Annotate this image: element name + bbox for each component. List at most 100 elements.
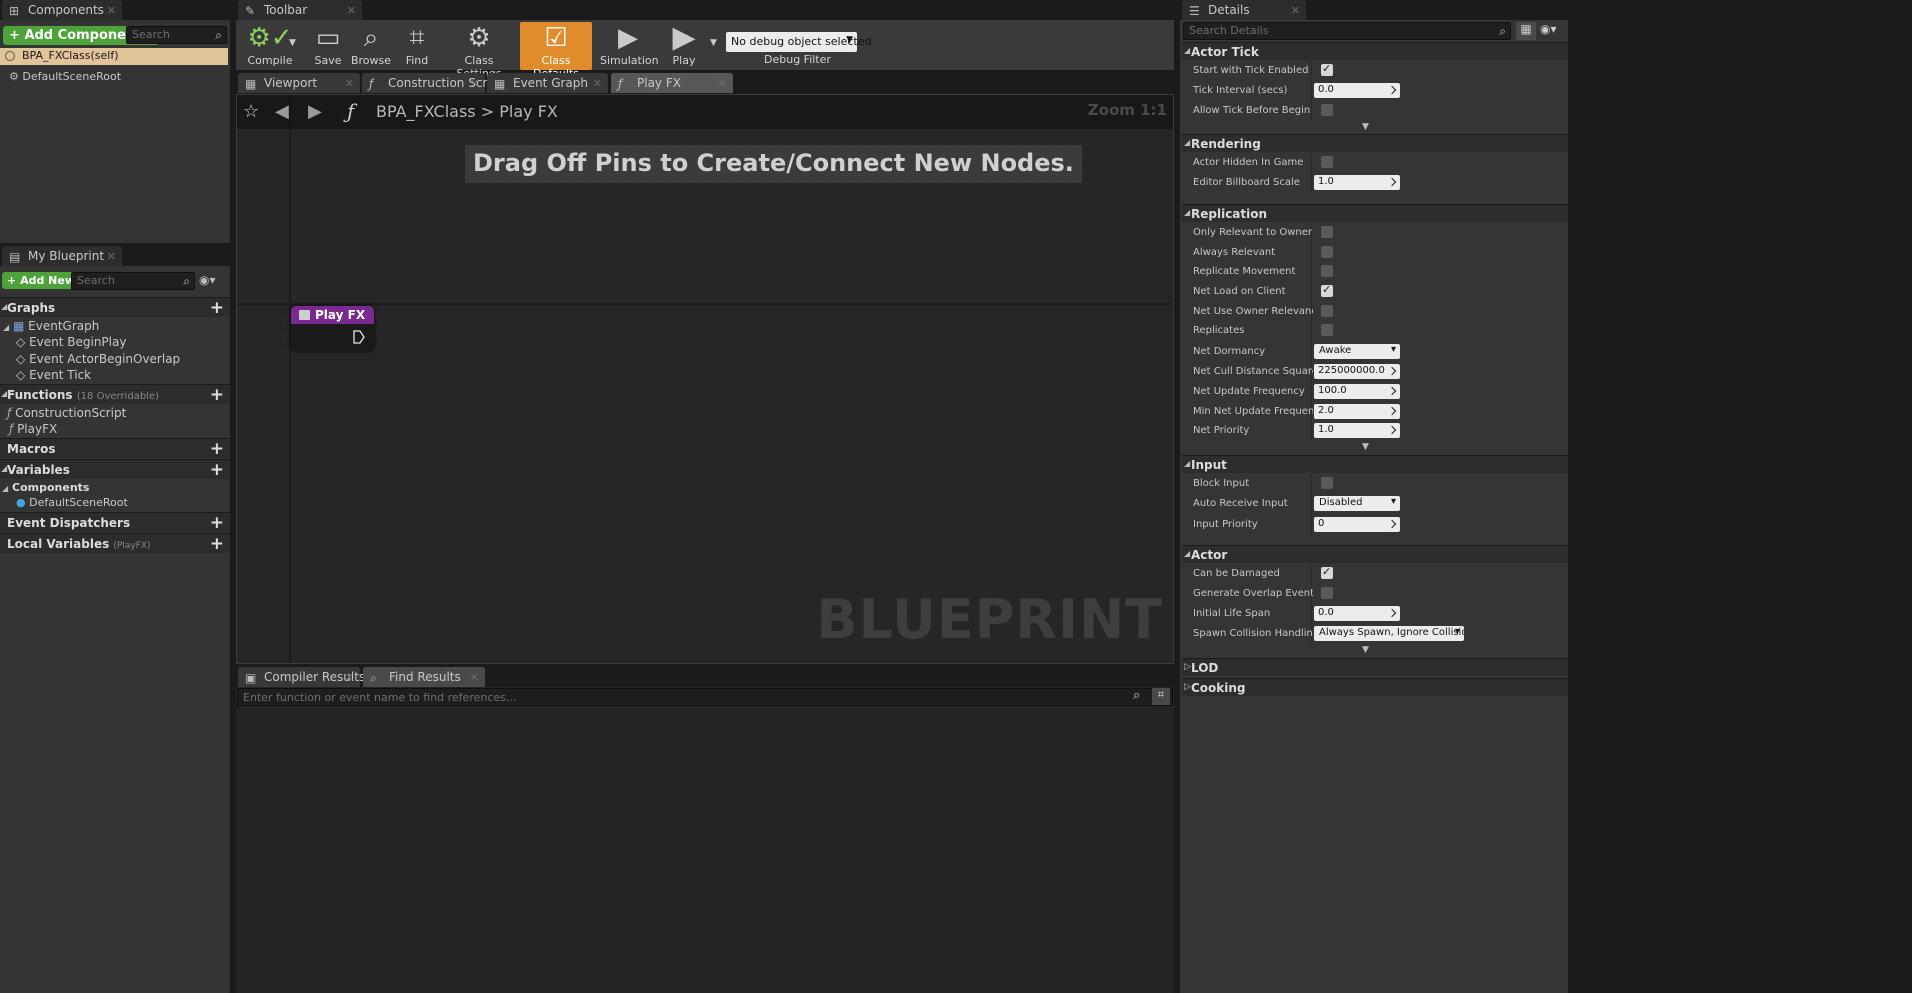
tab-components[interactable]: ⊞ Components ✕ (2, 0, 122, 20)
graph-canvas[interactable]: ☆ ◀ ▶ ƒ BPA_FXClass > Play FX Zoom 1:1 D… (236, 94, 1174, 664)
replicates-checkbox[interactable] (1321, 324, 1333, 336)
net-load-on-client-checkbox[interactable] (1321, 283, 1333, 297)
add-macro-icon[interactable]: + (210, 439, 224, 459)
tab-construction-script[interactable]: ƒ Construction Scrip ✕ (362, 73, 498, 93)
close-icon[interactable]: ✕ (345, 671, 354, 684)
add-dispatcher-icon[interactable]: + (210, 513, 224, 533)
breadcrumb-leaf[interactable]: Play FX (499, 102, 558, 121)
allow-tick-before-checkbox[interactable] (1321, 104, 1333, 116)
find-references-input[interactable]: Enter function or event name to find ref… (237, 688, 1173, 706)
input-priority-field[interactable]: 0 (1314, 517, 1400, 532)
play-fx-node[interactable]: Play FX (291, 306, 374, 351)
play-options-icon[interactable]: ▼ (710, 38, 717, 48)
close-icon[interactable]: ✕ (718, 77, 727, 90)
browse-button[interactable]: ⌕ Browse (349, 22, 393, 70)
close-icon[interactable]: ✕ (347, 4, 356, 17)
block-input-checkbox[interactable] (1321, 477, 1333, 489)
local-variables-section[interactable]: Local Variables (PlayFX) + (0, 533, 230, 554)
actor-tick-section[interactable]: ◢ Actor Tick (1182, 42, 1568, 60)
expand-advanced-icon[interactable]: ▼ (1362, 442, 1369, 452)
add-graph-icon[interactable]: + (210, 298, 224, 318)
favorite-star-icon[interactable]: ☆ (243, 101, 259, 122)
event-item[interactable]: ◇ Event BeginPlay (16, 335, 126, 349)
tab-toolbar[interactable]: ✎ Toolbar ✕ (238, 0, 362, 20)
start-with-tick-checkbox[interactable] (1321, 62, 1333, 76)
cooking-section[interactable]: ▷ Cooking (1182, 678, 1568, 696)
left-splitter[interactable] (230, 0, 236, 993)
close-icon[interactable]: ✕ (593, 77, 602, 90)
view-options-icon[interactable]: ◉▾ (1540, 22, 1557, 36)
property-matrix-icon[interactable]: ▦ (1516, 22, 1536, 40)
tick-interval-field[interactable]: 0.0 (1314, 83, 1400, 98)
add-variable-icon[interactable]: + (210, 460, 224, 480)
components-category[interactable]: ◢ Components (2, 481, 89, 494)
right-splitter[interactable] (1174, 0, 1180, 993)
tab-viewport[interactable]: ▦ Viewport ✕ (238, 73, 360, 93)
always-relevant-checkbox[interactable] (1321, 246, 1333, 258)
rendering-section[interactable]: ◢ Rendering (1182, 134, 1568, 152)
component-root-item[interactable]: ⚙ DefaultSceneRoot (9, 70, 121, 83)
add-function-icon[interactable]: + (210, 385, 224, 405)
replicate-movement-checkbox[interactable] (1321, 265, 1333, 277)
close-icon[interactable]: ✕ (107, 250, 116, 263)
replication-section[interactable]: ◢ Replication (1182, 204, 1568, 222)
billboard-scale-field[interactable]: 1.0 (1314, 175, 1400, 190)
function-item[interactable]: ƒ PlayFX (9, 422, 57, 436)
close-icon[interactable]: ✕ (1291, 4, 1300, 17)
breadcrumb-root[interactable]: BPA_FXClass (376, 102, 476, 121)
class-settings-button[interactable]: ⚙ Class Settings (442, 22, 516, 80)
view-options-icon[interactable]: ◉▾ (199, 273, 216, 287)
close-icon[interactable]: ✕ (470, 77, 479, 90)
net-priority-field[interactable]: 1.0 (1314, 423, 1400, 438)
simulation-button[interactable]: ▶ Simulation (600, 22, 659, 70)
tab-compiler-results[interactable]: ▣ Compiler Results ✕ (238, 667, 365, 687)
functions-section[interactable]: ◢ Functions (18 Overridable) + (0, 384, 230, 405)
back-arrow-icon[interactable]: ◀ (275, 101, 289, 122)
save-button[interactable]: ▭ Save (311, 22, 345, 70)
expand-advanced-icon[interactable]: ▼ (1362, 645, 1369, 655)
tab-play-fx[interactable]: ƒ Play FX ✕ (611, 73, 733, 93)
net-cull-distance-field[interactable]: 225000000.0 (1314, 364, 1400, 379)
play-button[interactable]: ▶ Play (662, 22, 706, 70)
graphs-section[interactable]: ◢ Graphs + (0, 297, 230, 318)
class-defaults-button[interactable]: ☑ Class Defaults (520, 22, 592, 80)
close-icon[interactable]: ✕ (107, 4, 116, 17)
function-item[interactable]: ƒ ConstructionScript (7, 406, 126, 420)
net-dormancy-select[interactable]: Awake (1314, 344, 1400, 359)
expand-advanced-icon[interactable]: ▼ (1362, 122, 1369, 132)
binoculars-icon[interactable]: ⌗ (1152, 688, 1170, 705)
event-item[interactable]: ◇ Event ActorBeginOverlap (16, 352, 180, 366)
min-net-update-frequency-field[interactable]: 2.0 (1314, 404, 1400, 419)
initial-life-span-field[interactable]: 0.0 (1314, 606, 1400, 621)
auto-receive-input-select[interactable]: Disabled (1314, 496, 1400, 511)
component-self-item[interactable]: BPA_FXClass(self) (0, 48, 228, 65)
close-icon[interactable]: ✕ (345, 77, 354, 90)
add-local-variable-icon[interactable]: + (210, 534, 224, 554)
spawn-collision-select[interactable]: Always Spawn, Ignore Collisions (1314, 626, 1464, 641)
generate-overlap-checkbox[interactable] (1321, 587, 1333, 599)
components-search-input[interactable]: Search ⌕ (126, 26, 227, 44)
net-update-frequency-field[interactable]: 100.0 (1314, 384, 1400, 399)
event-dispatchers-section[interactable]: Event Dispatchers + (0, 512, 230, 533)
net-use-owner-relevancy-checkbox[interactable] (1321, 305, 1333, 317)
component-variable-item[interactable]: ● DefaultSceneRoot (16, 496, 128, 509)
only-relevant-owner-checkbox[interactable] (1321, 226, 1333, 238)
exec-pin-icon[interactable] (353, 330, 365, 344)
close-icon[interactable]: ✕ (470, 671, 479, 684)
can-be-damaged-checkbox[interactable] (1321, 565, 1333, 579)
variables-section[interactable]: ◢ Variables + (0, 459, 230, 480)
find-button[interactable]: ⌗ Find (397, 22, 437, 70)
tab-my-blueprint[interactable]: ▤ My Blueprint ✕ (2, 246, 122, 266)
compile-options-icon[interactable]: ▼ (289, 38, 296, 48)
tab-event-graph[interactable]: ▦ Event Graph ✕ (487, 73, 608, 93)
lod-section[interactable]: ▷ LOD (1182, 658, 1568, 676)
actor-section[interactable]: ◢ Actor (1182, 545, 1568, 563)
tab-find-results[interactable]: ⌕ Find Results ✕ (363, 667, 485, 687)
blueprint-search-input[interactable]: Search ⌕ (71, 272, 195, 290)
hidden-in-game-checkbox[interactable] (1321, 156, 1333, 168)
event-graph-item[interactable]: ◢ ▦ EventGraph (3, 319, 99, 333)
search-icon[interactable]: ⌕ (1133, 688, 1140, 703)
event-item[interactable]: ◇ Event Tick (16, 368, 91, 382)
macros-section[interactable]: Macros + (0, 438, 230, 459)
forward-arrow-icon[interactable]: ▶ (308, 101, 322, 122)
